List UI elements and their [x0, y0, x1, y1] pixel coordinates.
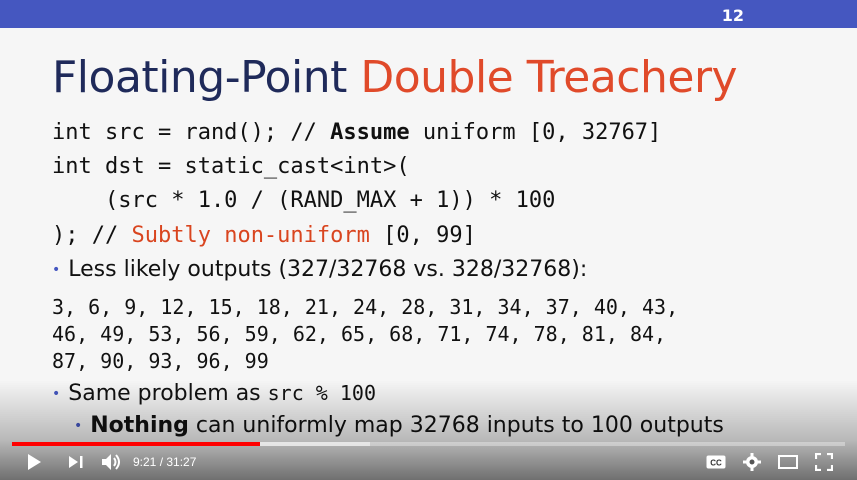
settings-icon: [743, 453, 761, 471]
captions-button[interactable]: CC: [702, 448, 730, 476]
code-line-4-a: ); //: [52, 223, 132, 248]
sub-bullet-bold: Nothing: [90, 413, 189, 438]
bullet-less-likely-text: Less likely outputs (327/32768 vs. 328/3…: [68, 257, 588, 282]
numbers-line-3: 87, 90, 93, 96, 99: [52, 349, 269, 373]
bullet-same-problem-text: Same problem as: [68, 381, 268, 406]
next-icon: [69, 456, 83, 468]
next-button[interactable]: [62, 448, 90, 476]
code-line-1-c: uniform [0, 32767]: [409, 120, 662, 145]
captions-icon: CC: [706, 455, 726, 469]
slide-number: 12: [721, 6, 744, 25]
progress-bar[interactable]: [12, 442, 845, 446]
settings-button[interactable]: [738, 448, 766, 476]
bullet-same-problem: • Same problem as src % 100: [52, 381, 376, 406]
fullscreen-button[interactable]: [810, 448, 838, 476]
title-part-2: Double Treachery: [360, 52, 738, 103]
title-part-1: Floating-Point: [52, 52, 361, 103]
numbers-list: 3, 6, 9, 12, 15, 18, 21, 24, 28, 31, 34,…: [52, 294, 678, 375]
svg-text:CC: CC: [710, 459, 722, 468]
bullet-dot-icon: •: [52, 386, 61, 402]
theater-icon: [778, 455, 798, 469]
time-display: 9:21 / 31:27: [133, 455, 197, 469]
numbers-line-2: 46, 49, 53, 56, 59, 62, 65, 68, 71, 74, …: [52, 322, 667, 346]
slide: 12 Floating-Point Double Treachery int s…: [0, 0, 857, 480]
numbers-line-1: 3, 6, 9, 12, 15, 18, 21, 24, 28, 31, 34,…: [52, 295, 679, 319]
volume-button[interactable]: [98, 448, 126, 476]
theater-mode-button[interactable]: [774, 448, 802, 476]
sub-bullet-nothing: • Nothing can uniformly map 32768 inputs …: [74, 413, 724, 438]
bullet-same-problem-code: src % 100: [267, 381, 377, 405]
play-button[interactable]: [20, 448, 48, 476]
play-icon: [28, 454, 41, 470]
code-line-4: ); // Subtly non-uniform [0, 99]: [52, 223, 476, 248]
bullet-dot-icon: •: [52, 262, 61, 278]
sub-bullet-dot-icon: •: [74, 418, 83, 434]
fullscreen-icon: [815, 453, 833, 471]
bullet-less-likely: • Less likely outputs (327/32768 vs. 328/…: [52, 257, 587, 282]
volume-icon: [102, 454, 120, 470]
code-line-1: int src = rand(); // Assume uniform [0, …: [52, 120, 661, 145]
code-line-1-bold: Assume: [330, 120, 410, 145]
code-line-4-c: [0, 99]: [369, 223, 476, 248]
code-line-4-red: Subtly non-uniform: [131, 223, 370, 248]
slide-title: Floating-Point Double Treachery: [52, 52, 738, 103]
sub-bullet-text: can uniformly map 32768 inputs to 100 ou…: [188, 413, 724, 438]
slide-header-bar: 12: [0, 0, 857, 28]
progress-played: [12, 442, 261, 446]
code-line-3: (src * 1.0 / (RAND_MAX + 1)) * 100: [52, 188, 556, 213]
code-line-2: int dst = static_cast<int>(: [52, 154, 410, 179]
code-line-1-a: int src = rand(); //: [52, 120, 331, 145]
